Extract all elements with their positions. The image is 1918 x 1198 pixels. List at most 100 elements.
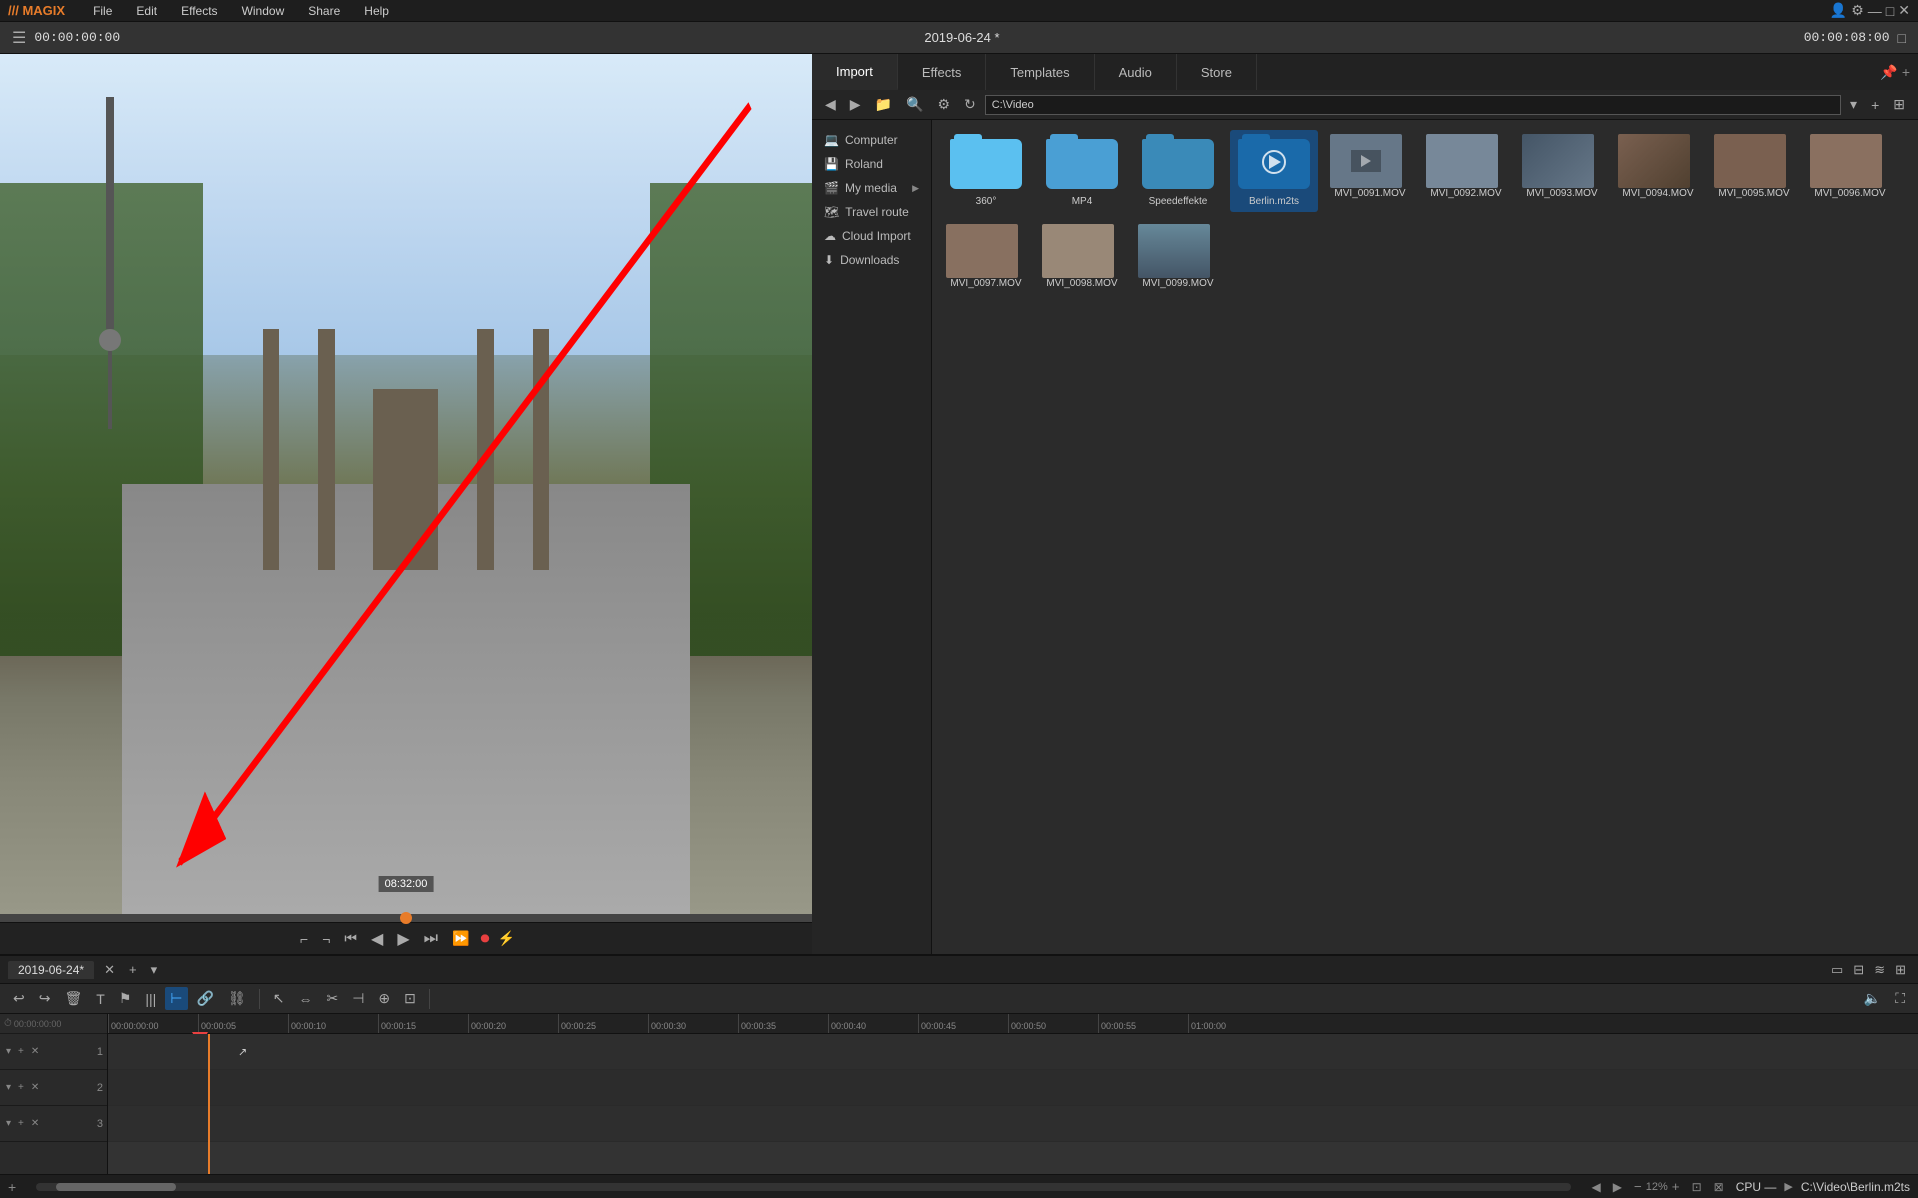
timeline-scrollbar[interactable] — [36, 1183, 1571, 1191]
import-grid-btn[interactable]: ⊞ — [1888, 93, 1910, 116]
track-row-3[interactable] — [108, 1106, 1918, 1142]
file-item-speedeffekte[interactable]: Speedeffekte — [1134, 130, 1222, 212]
panel-pin-btn[interactable]: 📌 — [1880, 64, 1897, 81]
scroll-left-btn[interactable]: ◀ — [1591, 1180, 1600, 1194]
fullscreen-btn[interactable]: ⛶ — [1890, 987, 1910, 1010]
maximize-icon[interactable]: □ — [1886, 2, 1894, 19]
video-viewport[interactable]: 08:32:00 — [0, 54, 812, 914]
file-item-360[interactable]: 360° — [942, 130, 1030, 212]
settings-icon[interactable]: ⚙ — [1851, 2, 1864, 19]
zoom-in-btn[interactable]: + — [1672, 1179, 1680, 1194]
tab-audio[interactable]: Audio — [1095, 54, 1177, 90]
forward-btn[interactable]: ▶ — [845, 93, 866, 116]
hamburger-btn[interactable]: ☰ — [12, 28, 26, 48]
fit-btn[interactable]: ⊡ — [1692, 1180, 1702, 1194]
track-1-expand[interactable]: ▾ — [4, 1045, 13, 1058]
ripple-btn[interactable]: ⊡ — [399, 987, 421, 1010]
track-1-add[interactable]: + — [16, 1045, 26, 1058]
file-item-mvi0094[interactable]: MVI_0094.MOV — [1614, 130, 1702, 212]
track-2-expand[interactable]: ▾ — [4, 1081, 13, 1094]
redo-btn[interactable]: ↪ — [34, 987, 56, 1010]
close-icon[interactable]: ✕ — [1898, 2, 1910, 19]
timeline-tab-label[interactable]: 2019-06-24* — [8, 961, 94, 979]
folders-btn[interactable]: 📁 — [870, 93, 897, 116]
file-item-mvi0095[interactable]: MVI_0095.MOV — [1710, 130, 1798, 212]
timeline-view-compact[interactable]: ⊟ — [1849, 960, 1868, 980]
restore-btn[interactable]: □ — [1898, 30, 1906, 46]
menu-window[interactable]: Window — [238, 2, 289, 20]
track-3-mute[interactable]: ✕ — [29, 1117, 41, 1130]
timeline-close-btn[interactable]: ✕ — [100, 960, 119, 980]
file-item-berlin[interactable]: Berlin.m2ts — [1230, 130, 1318, 212]
file-item-mvi0099[interactable]: MVI_0099.MOV — [1134, 220, 1222, 294]
file-item-mvi0092[interactable]: MVI_0092.MOV — [1422, 130, 1510, 212]
track-row-1[interactable]: ↗ — [108, 1034, 1918, 1070]
search-btn[interactable]: 🔍 — [901, 93, 928, 116]
timeline-add-btn[interactable]: + — [125, 960, 141, 979]
path-indicator[interactable]: ▶ — [1784, 1180, 1792, 1193]
preview-playhead[interactable] — [0, 914, 812, 922]
menu-effects[interactable]: Effects — [177, 2, 221, 20]
mute-btn[interactable]: 🔈 — [1859, 987, 1886, 1010]
tab-import[interactable]: Import — [812, 54, 898, 90]
track-row-2[interactable] — [108, 1070, 1918, 1106]
marker-btn[interactable]: ⚑ — [114, 987, 137, 1010]
timeline-view-normal[interactable]: ▭ — [1827, 960, 1847, 980]
tracks-area[interactable]: ↗ — [108, 1034, 1918, 1174]
sidebar-item-mymedia[interactable]: 🎬 My media — [812, 176, 931, 200]
menu-edit[interactable]: Edit — [132, 2, 161, 20]
add-track-btn[interactable]: + — [8, 1179, 16, 1195]
file-item-mp4[interactable]: MP4 — [1038, 130, 1126, 212]
panel-add-btn[interactable]: + — [1902, 64, 1910, 80]
menu-share[interactable]: Share — [304, 2, 344, 20]
file-item-mvi0097[interactable]: MVI_0097.MOV — [942, 220, 1030, 294]
link-btn[interactable]: 🔗 — [192, 987, 219, 1010]
timeline-dropdown-btn[interactable]: ▾ — [147, 960, 162, 980]
zoom-out-btn[interactable]: − — [1634, 1179, 1642, 1194]
tab-store[interactable]: Store — [1177, 54, 1257, 90]
unlink-btn[interactable]: ⛓ — [223, 987, 251, 1010]
playhead-marker[interactable] — [400, 912, 412, 924]
mark-in-btn[interactable]: ⌐ — [297, 928, 311, 950]
timeline-ruler[interactable]: 00:00:00:00 00:00:05 00:00:10 00:00:15 0… — [108, 1014, 1918, 1034]
sidebar-item-downloads[interactable]: ⬇ Downloads — [812, 248, 931, 272]
user-icon[interactable]: 👤 — [1830, 2, 1847, 19]
prev-btn[interactable]: ◀ — [368, 926, 386, 952]
sidebar-item-travel[interactable]: 🗺 Travel route — [812, 200, 931, 224]
path-dropdown[interactable]: ▾ — [1845, 93, 1862, 116]
delete-btn[interactable]: 🗑 — [59, 987, 87, 1010]
insert-btn[interactable]: ⊕ — [373, 987, 395, 1010]
slip-btn[interactable]: ⇔ — [293, 988, 317, 1010]
timeline-view-wave[interactable]: ≋ — [1870, 960, 1889, 980]
next-frame-btn[interactable]: ⏩ — [449, 927, 472, 950]
cut-btn[interactable]: ✂ — [321, 987, 343, 1010]
path-input[interactable] — [985, 95, 1841, 115]
scrollbar-thumb[interactable] — [56, 1183, 176, 1191]
select-btn[interactable]: ↖ — [268, 987, 290, 1010]
file-item-mvi0096[interactable]: MVI_0096.MOV — [1806, 130, 1894, 212]
sidebar-item-cloud[interactable]: ☁ Cloud Import — [812, 224, 931, 248]
power-btn[interactable]: ⚡ — [498, 930, 515, 947]
prev-frame-btn[interactable]: ⏮ — [341, 927, 360, 950]
track-3-expand[interactable]: ▾ — [4, 1117, 13, 1130]
scene-detect-btn[interactable]: ||| — [140, 988, 161, 1010]
tab-effects[interactable]: Effects — [898, 54, 987, 90]
settings-btn[interactable]: ⚙ — [932, 93, 955, 116]
next-btn[interactable]: ⏭ — [421, 927, 441, 951]
track-1-mute[interactable]: ✕ — [29, 1045, 41, 1058]
trim-btn[interactable]: ⊢ — [165, 987, 187, 1010]
sidebar-item-computer[interactable]: 💻 Computer — [812, 128, 931, 152]
refresh-btn[interactable]: ↻ — [959, 93, 981, 116]
title-btn[interactable]: T — [91, 988, 110, 1010]
timeline-view-settings[interactable]: ⊞ — [1891, 960, 1910, 980]
file-item-mvi0093[interactable]: MVI_0093.MOV — [1518, 130, 1606, 212]
split-btn[interactable]: ⊣ — [347, 987, 369, 1010]
track-2-add[interactable]: + — [16, 1081, 26, 1094]
zoom-fit-btn[interactable]: ⊠ — [1714, 1180, 1724, 1194]
undo-btn[interactable]: ↩ — [8, 987, 30, 1010]
menu-file[interactable]: File — [89, 2, 116, 20]
tab-templates[interactable]: Templates — [986, 54, 1094, 90]
mark-out-btn[interactable]: ¬ — [319, 928, 333, 950]
file-item-mvi0098[interactable]: MVI_0098.MOV — [1038, 220, 1126, 294]
track-3-add[interactable]: + — [16, 1117, 26, 1130]
